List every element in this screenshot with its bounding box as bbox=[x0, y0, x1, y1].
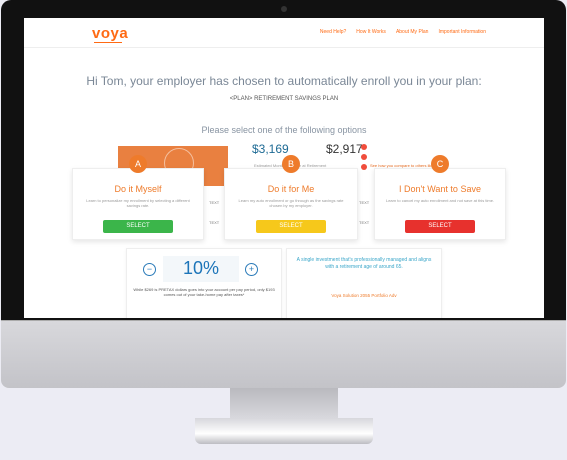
increase-rate-button[interactable]: + bbox=[245, 263, 258, 276]
investment-fund-link[interactable]: Voya Solution 2055 Portfolio Adv bbox=[287, 293, 441, 298]
monitor-chin bbox=[1, 320, 566, 388]
monitor-stand-neck bbox=[230, 388, 338, 420]
nav-link-need-help[interactable]: Need Help? bbox=[320, 29, 346, 35]
select-dont-want-to-save-button[interactable]: SELECT bbox=[405, 220, 475, 233]
select-do-it-for-me-button[interactable]: SELECT bbox=[256, 220, 326, 233]
option-description: Learn to cancel my auto enrollment and n… bbox=[385, 198, 495, 203]
savings-rate-panel: − 10% + While $269 is PRETAX dollars goe… bbox=[126, 248, 282, 318]
alert-dot-icon bbox=[361, 154, 367, 160]
savings-rate-value: 10% bbox=[182, 258, 220, 278]
savings-rate-display: 10% bbox=[163, 256, 239, 282]
plan-name: <PLAN> RETIREMENT SAVINGS PLAN bbox=[229, 96, 339, 102]
option-card-do-it-for-me: B Do it for Me Learn my auto enrollment … bbox=[224, 155, 358, 240]
option-badge-b: B bbox=[282, 155, 300, 173]
option-badge-c: C bbox=[431, 155, 449, 173]
nav-link-important-info[interactable]: Important Information bbox=[438, 29, 486, 35]
header: voya Need Help? How It Works About My Pl… bbox=[24, 18, 544, 48]
alert-dot-icon bbox=[361, 144, 367, 150]
option-title: Do it for Me bbox=[267, 184, 315, 194]
background-side-label: TEXT bbox=[359, 200, 370, 205]
nav-link-about-plan[interactable]: About My Plan bbox=[396, 29, 429, 35]
instruction-text: Please select one of the following optio… bbox=[201, 125, 367, 135]
voya-logo[interactable]: voya bbox=[92, 25, 128, 42]
investment-description: A single investment that's professionall… bbox=[296, 257, 432, 270]
background-side-label: TEXT bbox=[209, 200, 220, 205]
option-card-do-it-myself: A Do it Myself Learn to personalize my e… bbox=[72, 155, 204, 240]
option-card-dont-want-to-save: C I Don't Want to Save Learn to cancel m… bbox=[374, 155, 506, 240]
nav-link-how-it-works[interactable]: How It Works bbox=[356, 29, 386, 35]
background-side-label: TEXT bbox=[359, 220, 370, 225]
option-title: Do it Myself bbox=[114, 184, 162, 194]
option-title: I Don't Want to Save bbox=[399, 184, 481, 194]
investment-panel: A single investment that's professionall… bbox=[286, 248, 442, 318]
savings-note: While $269 is PRETAX dollars goes into y… bbox=[133, 287, 275, 297]
background-amount-2: $2,917 bbox=[326, 142, 363, 156]
camera-icon bbox=[281, 6, 287, 12]
monitor-stand-foot bbox=[195, 418, 373, 444]
app-screen: voya Need Help? How It Works About My Pl… bbox=[24, 18, 544, 318]
decrease-rate-button[interactable]: − bbox=[143, 263, 156, 276]
background-amount-1: $3,169 bbox=[252, 142, 289, 156]
top-nav: Need Help? How It Works About My Plan Im… bbox=[320, 29, 486, 35]
logo-underline bbox=[94, 42, 122, 43]
greeting-text: Hi Tom, your employer has chosen to auto… bbox=[86, 74, 482, 88]
background-side-label: TEXT bbox=[209, 220, 220, 225]
option-description: Learn my auto enrollment or go through a… bbox=[238, 198, 344, 208]
alert-dot-icon bbox=[361, 164, 367, 170]
option-description: Learn to personalize my enrollment by se… bbox=[86, 198, 190, 208]
option-badge-a: A bbox=[129, 155, 147, 173]
select-do-it-myself-button[interactable]: SELECT bbox=[103, 220, 173, 233]
